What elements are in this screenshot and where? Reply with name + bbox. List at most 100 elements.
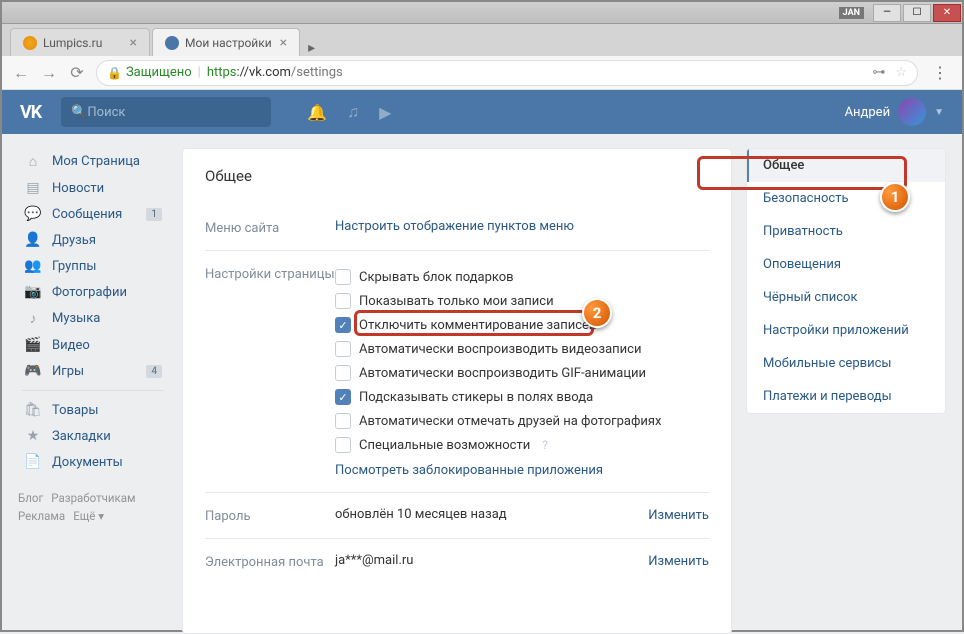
email-value: ja***@mail.ru <box>335 553 648 568</box>
browser-tab-lumpics[interactable]: Lumpics.ru × <box>10 28 150 56</box>
play-icon[interactable]: ▶ <box>379 103 391 122</box>
tab-payments[interactable]: Платежи и переводы <box>747 380 945 413</box>
nav-my-page[interactable]: ⌂Моя Страница <box>18 148 168 175</box>
url-field[interactable]: 🔒 Защищено | https ://vk.com /settings ⊶… <box>96 60 918 86</box>
user-menu[interactable]: Андрей ▼ <box>845 98 944 126</box>
checkbox-only-my-posts[interactable] <box>335 293 351 309</box>
row-label: Настройки страницы <box>205 265 335 282</box>
tab-label: Мои настройки <box>185 36 272 50</box>
nav-games[interactable]: 🎮Игры4 <box>18 358 168 384</box>
docs-icon: 📄 <box>24 454 42 470</box>
nav-badge: 4 <box>146 365 162 378</box>
footer-more[interactable]: Ещё ▾ <box>73 509 104 523</box>
music-nav-icon: ♪ <box>24 310 42 327</box>
groups-icon: 👥 <box>24 258 42 274</box>
home-icon: ⌂ <box>24 153 42 170</box>
photo-icon: 📷 <box>24 284 42 300</box>
row-password: Пароль обновлён 10 месяцев назад Изменит… <box>205 492 709 538</box>
nav-separator <box>22 390 164 391</box>
checkbox-hide-gifts[interactable] <box>335 269 351 285</box>
chevron-down-icon: ▼ <box>934 107 944 118</box>
row-page-settings: Настройки страницы Скрывать блок подарко… <box>205 250 709 492</box>
change-email-link[interactable]: Изменить <box>648 554 709 569</box>
browser-menu-button[interactable]: ⋮ <box>928 63 952 82</box>
music-icon[interactable]: ♫ <box>347 102 359 122</box>
page-title: Общее <box>205 167 709 185</box>
window-buttons: — ☐ ✕ <box>872 4 962 22</box>
checkbox-autoplay-video[interactable] <box>335 341 351 357</box>
checkbox-autoplay-gif[interactable] <box>335 365 351 381</box>
change-password-link[interactable]: Изменить <box>648 508 709 523</box>
browser-tab-strip: Lumpics.ru × Мои настройки × ▸ <box>2 24 962 56</box>
nav-badge: 1 <box>146 208 162 221</box>
window-titlebar: JAN — ☐ ✕ <box>2 2 962 24</box>
message-icon: 💬 <box>24 206 42 222</box>
friends-icon: 👤 <box>24 232 42 248</box>
configure-menu-link[interactable]: Настроить отображение пунктов меню <box>335 219 574 234</box>
checkbox-accessibility[interactable] <box>335 437 351 453</box>
footer-dev[interactable]: Разработчикам <box>51 491 135 505</box>
reload-button[interactable]: ⟳ <box>68 63 86 82</box>
nav-docs[interactable]: 📄Документы <box>18 449 168 475</box>
nav-messages[interactable]: 💬Сообщения1 <box>18 201 168 227</box>
header-icons: 🔔 ♫ ▶ <box>307 102 391 122</box>
minimize-button[interactable]: — <box>873 4 901 22</box>
tab-privacy[interactable]: Приватность <box>747 215 945 248</box>
url-protocol: https <box>207 65 237 80</box>
footer-links: Блог Разработчикам Реклама Ещё ▾ <box>18 489 168 526</box>
games-icon: 🎮 <box>24 363 42 379</box>
video-icon: 🎬 <box>24 337 42 353</box>
checkbox-disable-comments[interactable]: ✓ <box>335 317 351 333</box>
row-email: Электронная почта ja***@mail.ru Изменить <box>205 538 709 584</box>
nav-groups[interactable]: 👥Группы <box>18 253 168 279</box>
row-site-menu: Меню сайта Настроить отображение пунктов… <box>205 205 709 250</box>
tab-mobile[interactable]: Мобильные сервисы <box>747 347 945 380</box>
tab-blacklist[interactable]: Чёрный список <box>747 281 945 314</box>
tab-notifications[interactable]: Оповещения <box>747 248 945 281</box>
blocked-apps-link[interactable]: Посмотреть заблокированные приложения <box>335 463 603 478</box>
secure-label: Защищено <box>126 65 192 80</box>
row-label: Меню сайта <box>205 219 335 236</box>
nav-music[interactable]: ♪Музыка <box>18 305 168 332</box>
help-icon[interactable]: ? <box>542 438 548 452</box>
vk-logo[interactable]: VK <box>20 102 41 123</box>
nav-video[interactable]: 🎬Видео <box>18 332 168 358</box>
nav-market[interactable]: 🛍Товары <box>18 397 168 423</box>
favicon-lumpics <box>23 36 37 50</box>
settings-tabs: Общее Безопасность Приватность Оповещени… <box>746 148 946 414</box>
footer-blog[interactable]: Блог <box>18 491 43 505</box>
key-icon[interactable]: ⊶ <box>872 65 885 80</box>
jan-badge: JAN <box>839 7 864 19</box>
new-tab-button[interactable]: ▸ <box>302 40 322 56</box>
tab-label: Lumpics.ru <box>43 36 102 50</box>
browser-tab-settings[interactable]: Мои настройки × <box>152 28 300 56</box>
bell-icon[interactable]: 🔔 <box>307 103 327 122</box>
settings-content: Общее Меню сайта Настроить отображение п… <box>182 148 732 634</box>
tab-close-icon[interactable]: × <box>272 35 287 51</box>
market-icon: 🛍 <box>24 402 42 418</box>
star-icon[interactable]: ☆ <box>895 65 907 80</box>
address-bar: ← → ⟳ 🔒 Защищено | https ://vk.com /sett… <box>2 56 962 90</box>
nav-photos[interactable]: 📷Фотографии <box>18 279 168 305</box>
tab-app-settings[interactable]: Настройки приложений <box>747 314 945 347</box>
vk-header: VK 🔍 Поиск 🔔 ♫ ▶ Андрей ▼ <box>2 90 962 134</box>
forward-button[interactable]: → <box>40 63 58 83</box>
tab-security[interactable]: Безопасность <box>747 182 945 215</box>
footer-ads[interactable]: Реклама <box>18 509 65 523</box>
maximize-button[interactable]: ☐ <box>903 4 931 22</box>
checkbox-sticker-hints[interactable]: ✓ <box>335 389 351 405</box>
row-label: Пароль <box>205 507 335 524</box>
tab-close-icon[interactable]: × <box>122 35 137 51</box>
nav-bookmarks[interactable]: ★Закладки <box>18 423 168 449</box>
nav-friends[interactable]: 👤Друзья <box>18 227 168 253</box>
main-layout: ⌂Моя Страница ▤Новости 💬Сообщения1 👤Друз… <box>2 134 962 634</box>
checkbox-auto-tag[interactable] <box>335 413 351 429</box>
search-input[interactable]: 🔍 Поиск <box>61 97 271 127</box>
password-value: обновлён 10 месяцев назад <box>335 507 648 522</box>
url-path: /settings <box>291 65 343 80</box>
avatar <box>898 98 926 126</box>
tab-general[interactable]: Общее <box>747 149 945 182</box>
close-button[interactable]: ✕ <box>933 4 961 22</box>
back-button[interactable]: ← <box>12 63 30 83</box>
nav-news[interactable]: ▤Новости <box>18 175 168 201</box>
